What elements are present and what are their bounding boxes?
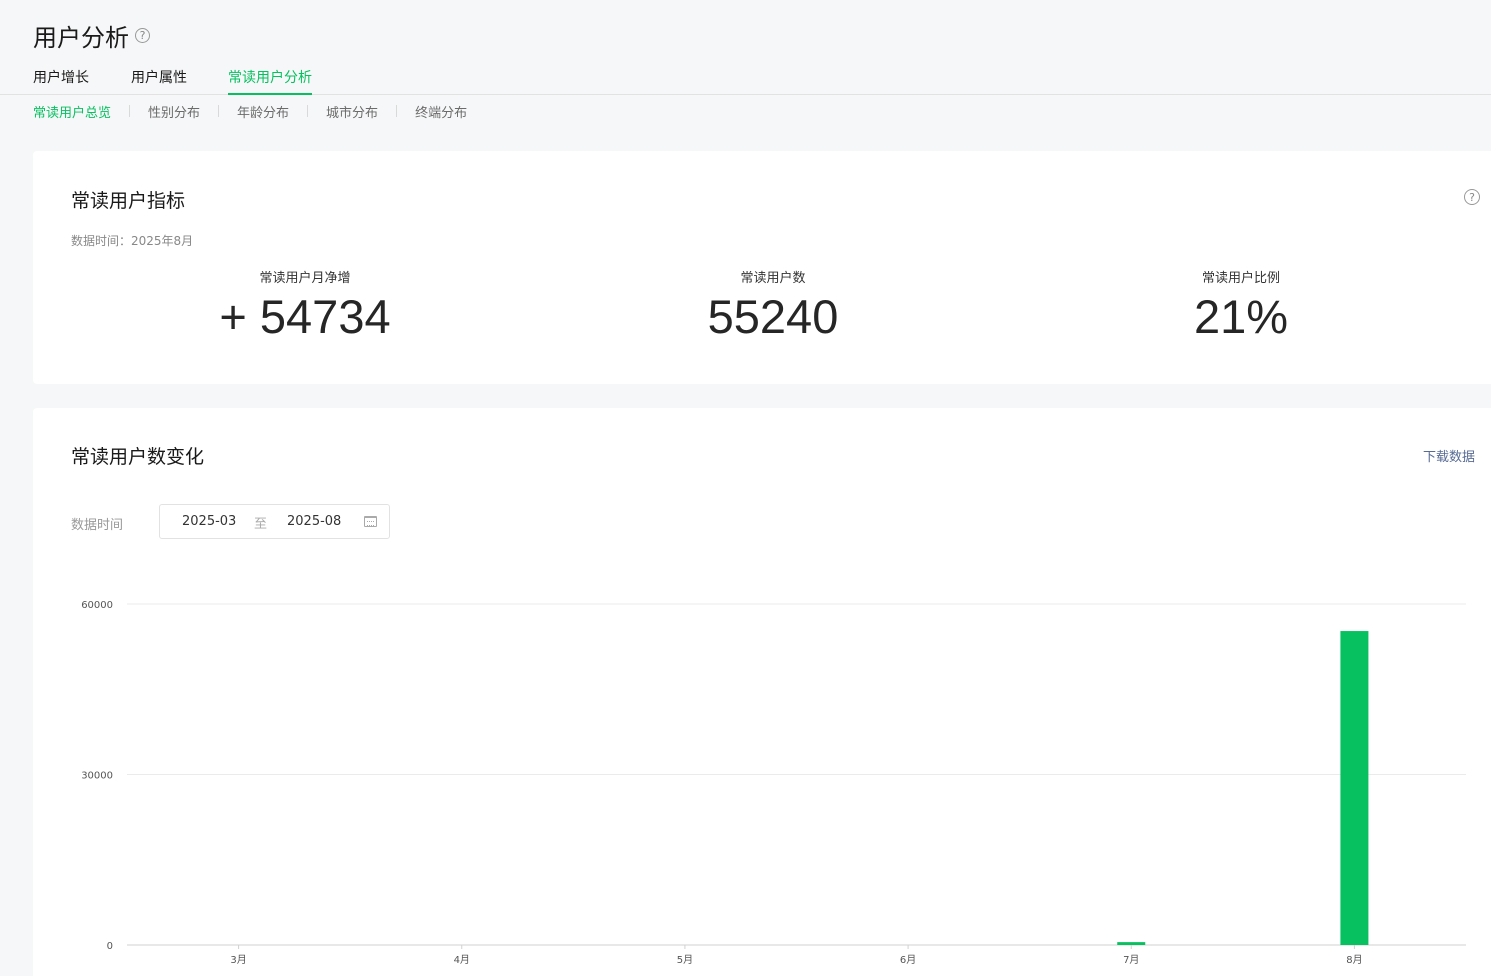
x-tick-label: 8月 [1346, 954, 1362, 966]
divider [307, 105, 309, 117]
subtab-overview[interactable]: 常读用户总览 [33, 102, 111, 121]
x-tick-label: 4月 [454, 954, 470, 966]
metric-frequent-reader-count: 常读用户数 55240 [613, 267, 933, 344]
bar [1117, 942, 1146, 945]
trend-card: 常读用户数变化 下载数据 数据时间 2025-03 至 2025-08 0 300… [33, 408, 1491, 976]
page: 用户分析 ? 用户增长 用户属性 常读用户分析 常读用户总览 性别分布 年龄分布… [0, 0, 1491, 976]
x-tick-label: 5月 [677, 954, 693, 966]
tab-user-growth[interactable]: 用户增长 [33, 68, 89, 95]
sub-tabs: 常读用户总览 性别分布 年龄分布 城市分布 终端分布 [33, 102, 467, 121]
bar [1340, 631, 1369, 945]
x-tick-label: 3月 [230, 954, 246, 966]
x-tick-label: 7月 [1123, 954, 1139, 966]
main-tabs: 用户增长 用户属性 常读用户分析 [0, 68, 1491, 95]
subtab-age[interactable]: 年龄分布 [237, 102, 289, 121]
metric-value: + 54734 [219, 290, 391, 343]
divider [129, 105, 131, 117]
x-tick-label: 6月 [900, 954, 916, 966]
y-tick-label: 0 [107, 941, 113, 952]
metric-label: 常读用户月净增 [259, 271, 351, 286]
subtab-city[interactable]: 城市分布 [326, 102, 378, 121]
indicators-title: 常读用户指标 [71, 190, 186, 212]
indicators-card: 常读用户指标 ? 数据时间：2025年8月 常读用户月净增 + 54734 常读… [33, 151, 1491, 384]
subtab-device[interactable]: 终端分布 [415, 102, 467, 121]
divider [396, 105, 398, 117]
tab-frequent-reader-analysis[interactable]: 常读用户分析 [228, 68, 312, 95]
metric-monthly-net-growth: 常读用户月净增 + 54734 [145, 267, 465, 344]
metric-label: 常读用户数 [740, 271, 806, 286]
indicators-data-time: 数据时间：2025年8月 [71, 234, 194, 248]
y-tick-label: 30000 [81, 771, 113, 782]
page-header: 用户分析 ? [33, 18, 150, 53]
metric-value: 55240 [707, 290, 839, 343]
metric-frequent-reader-ratio: 常读用户比例 21% [1081, 267, 1401, 344]
subtab-gender[interactable]: 性别分布 [148, 102, 200, 121]
tab-user-attributes[interactable]: 用户属性 [131, 68, 187, 95]
metric-value: 21% [1193, 290, 1289, 343]
y-tick-label: 60000 [81, 600, 113, 611]
metric-label: 常读用户比例 [1201, 271, 1280, 286]
divider [218, 105, 220, 117]
trend-bar-chart: 0 30000 60000 3月 4月 5月 6月 7月 8月 [81, 600, 1466, 966]
page-title: 用户分析 [33, 24, 129, 52]
help-icon[interactable]: ? [135, 28, 150, 43]
help-icon[interactable]: ? [1464, 189, 1480, 205]
